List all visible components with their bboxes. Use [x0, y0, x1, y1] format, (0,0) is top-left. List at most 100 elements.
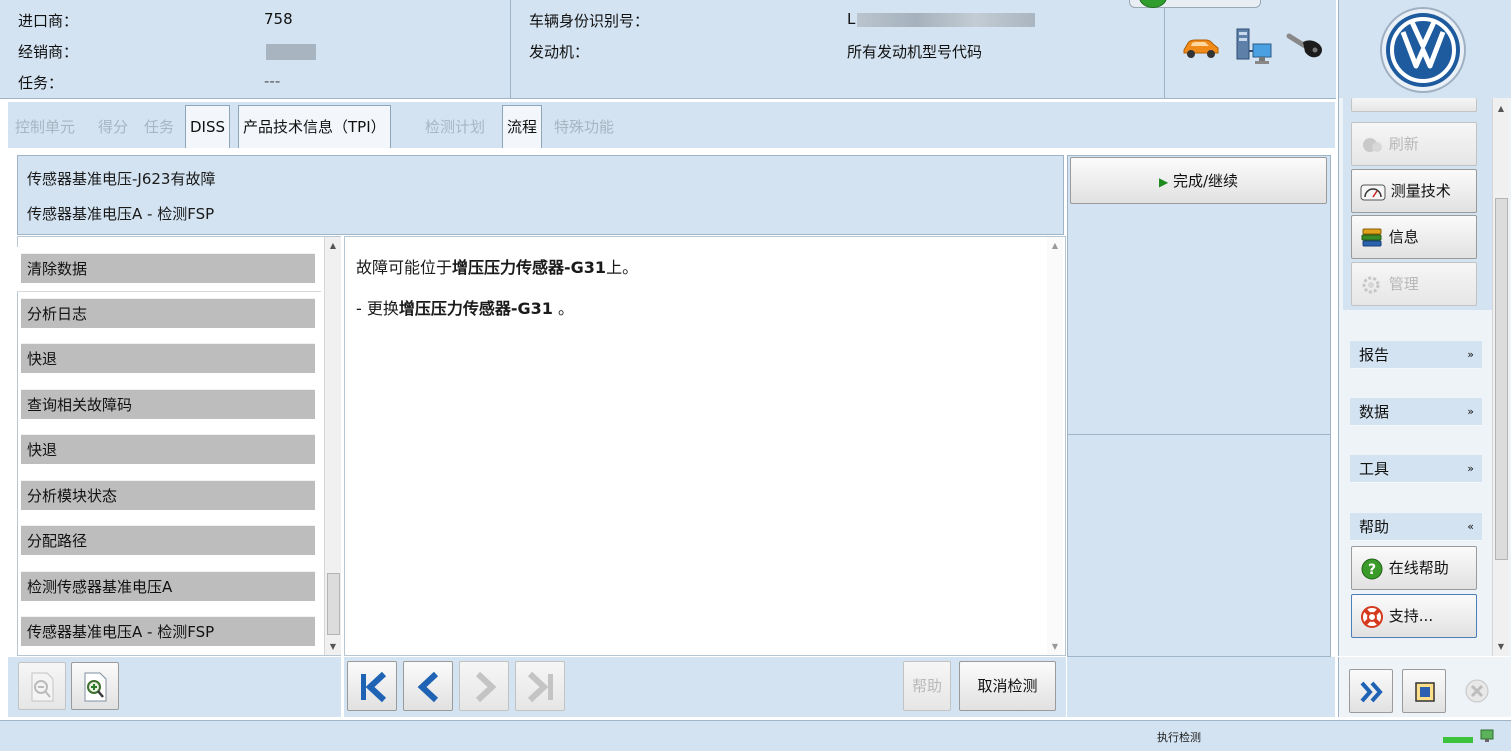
step-rewind-1[interactable]: 快退	[21, 343, 315, 373]
svg-text:?: ?	[1368, 562, 1376, 578]
tab-special-functions[interactable]: 特殊功能	[554, 108, 614, 146]
close-circle-icon	[1465, 679, 1489, 703]
importer-label: 进口商：	[18, 12, 79, 30]
last-step-button[interactable]	[515, 661, 565, 711]
action-panel-lower	[1067, 435, 1331, 657]
engine-label: 发动机：	[529, 43, 590, 61]
fullscreen-button[interactable]	[1402, 669, 1446, 713]
double-chevron-right-icon	[1360, 681, 1383, 703]
tab-bar: 控制单元 得分 任务 DISS 产品技术信息（TPI） 检测计划 流程 特殊功能	[8, 102, 1335, 148]
previous-step-button[interactable]	[403, 661, 453, 711]
section-report[interactable]: 报告 »	[1350, 341, 1482, 369]
online-help-button[interactable]: ? 在线帮助	[1351, 546, 1477, 590]
step-list-scroll-thumb[interactable]	[327, 573, 340, 635]
vehicle-header: 进口商： 758 经销商： 任务： --- 车辆身份识别号： L 发动机： 所有…	[0, 0, 1336, 99]
step-assign-path[interactable]: 分配路径	[21, 525, 315, 555]
network-icon[interactable]	[1233, 26, 1275, 68]
step-sensor-ref-voltage-fsp[interactable]: 传感器基准电压A - 检测FSP	[21, 616, 315, 646]
instruction-scrollbar[interactable]: ▲ ▼	[1047, 237, 1063, 655]
close-session-button[interactable]	[1457, 671, 1497, 711]
step-analyze-log[interactable]: 分析日志	[21, 298, 315, 328]
instruction-line-2: - 更换增压压力传感器-G31 。	[356, 299, 575, 318]
key-icon[interactable]	[1285, 32, 1327, 62]
refresh-button[interactable]: 刷新	[1351, 122, 1477, 166]
dealer-label: 经销商：	[18, 43, 79, 61]
fit-screen-icon	[1415, 682, 1435, 702]
help-circle-icon: ?	[1361, 558, 1383, 579]
zoom-out-icon	[31, 672, 54, 702]
tab-tpi[interactable]: 产品技术信息（TPI）	[238, 105, 391, 148]
books-icon	[1361, 228, 1382, 246]
section-help[interactable]: 帮助 «	[1350, 513, 1482, 541]
cancel-test-button[interactable]: 取消检测	[959, 661, 1056, 711]
task-label: 任务：	[18, 74, 64, 92]
measurement-technology-label: 测量技术	[1390, 182, 1451, 200]
procedure-title: 传感器基准电压-J623有故障	[27, 170, 216, 188]
section-help-label: 帮助	[1359, 518, 1390, 536]
chevron-down-icon: »	[1467, 348, 1474, 361]
next-step-button[interactable]	[459, 661, 509, 711]
sidebar-toolbar	[1338, 657, 1511, 717]
vin-label: 车辆身份识别号：	[529, 12, 650, 30]
refresh-label: 刷新	[1388, 135, 1419, 153]
sidebar-hidden-button[interactable]	[1351, 98, 1477, 112]
online-help-label: 在线帮助	[1388, 559, 1449, 577]
procedure-title-panel: 传感器基准电压-J623有故障 传感器基准电压A - 检测FSP	[17, 155, 1064, 235]
engine-value: 所有发动机型号代码	[847, 43, 983, 61]
tab-flow[interactable]: 流程	[502, 105, 543, 148]
step-test-sensor-ref-voltage[interactable]: 检测传感器基准电压A	[21, 571, 315, 601]
tab-score[interactable]: 得分	[98, 108, 128, 146]
gear-icon	[1362, 276, 1380, 293]
status-icons-area	[1129, 0, 1335, 98]
zoom-in-icon	[84, 672, 107, 702]
toolbar-spacer	[1067, 657, 1335, 717]
section-data-label: 数据	[1359, 403, 1390, 421]
tab-task[interactable]: 任务	[144, 108, 174, 146]
step-rewind-2[interactable]: 快退	[21, 434, 315, 464]
help-button[interactable]: 帮助	[903, 661, 951, 711]
sidebar-scroll-thumb[interactable]	[1495, 198, 1508, 560]
complete-continue-button[interactable]: ▶ 完成/继续	[1070, 157, 1327, 204]
step-analyze-module-status[interactable]: 分析模块状态	[21, 480, 315, 510]
vin-redacted	[857, 13, 1035, 27]
skip-last-icon	[527, 671, 553, 703]
management-button[interactable]: 管理	[1351, 262, 1477, 306]
tab-diss[interactable]: DISS	[185, 105, 231, 148]
lifebuoy-icon	[1361, 605, 1383, 628]
play-icon: ▶	[1158, 175, 1169, 189]
information-button[interactable]: 信息	[1351, 215, 1477, 259]
gauge-icon	[1360, 184, 1386, 200]
zoom-out-button[interactable]	[18, 662, 66, 710]
measurement-technology-button[interactable]: 测量技术	[1351, 169, 1477, 213]
support-label: 支持...	[1388, 607, 1434, 625]
progress-indicator	[1443, 737, 1473, 743]
status-text: 执行检测	[1157, 731, 1201, 744]
instruction-panel: 故障可能位于增压压力传感器-G31上。 - 更换增压压力传感器-G31 。 ▲ …	[344, 236, 1066, 656]
refresh-icon	[1363, 137, 1382, 152]
tab-test-plan[interactable]: 检测计划	[425, 108, 485, 146]
section-tools[interactable]: 工具 »	[1350, 455, 1482, 483]
support-button[interactable]: 支持...	[1351, 594, 1477, 638]
step-clear-data[interactable]: 清除数据	[21, 253, 315, 283]
section-data[interactable]: 数据 »	[1350, 398, 1482, 426]
step-query-dtc[interactable]: 查询相关故障码	[21, 389, 315, 419]
zoom-toolbar	[8, 657, 341, 717]
chevron-up-icon: «	[1467, 520, 1474, 533]
instruction-line-1: 故障可能位于增压压力传感器-G31上。	[356, 258, 639, 277]
component-name-replace: 增压压力传感器-G31	[398, 299, 553, 318]
status-bar: 执行检测	[0, 720, 1511, 751]
forward-button[interactable]	[1349, 669, 1393, 713]
complete-continue-label: 完成/继续	[1172, 172, 1239, 190]
zoom-in-button[interactable]	[71, 662, 119, 710]
section-tools-label: 工具	[1359, 460, 1390, 478]
chevron-right-icon	[475, 671, 497, 703]
component-name: 增压压力传感器-G31	[452, 258, 607, 277]
step-list-scrollbar[interactable]: ▲ ▼	[324, 237, 341, 655]
monitor-icon	[1480, 729, 1494, 742]
tab-control-units[interactable]: 控制单元	[15, 108, 75, 146]
car-icon[interactable]	[1181, 34, 1221, 60]
chevron-down-icon: »	[1467, 462, 1474, 475]
first-step-button[interactable]	[347, 661, 397, 711]
sidebar-scrollbar[interactable]: ▲ ▼	[1492, 98, 1509, 656]
information-label: 信息	[1388, 228, 1419, 246]
